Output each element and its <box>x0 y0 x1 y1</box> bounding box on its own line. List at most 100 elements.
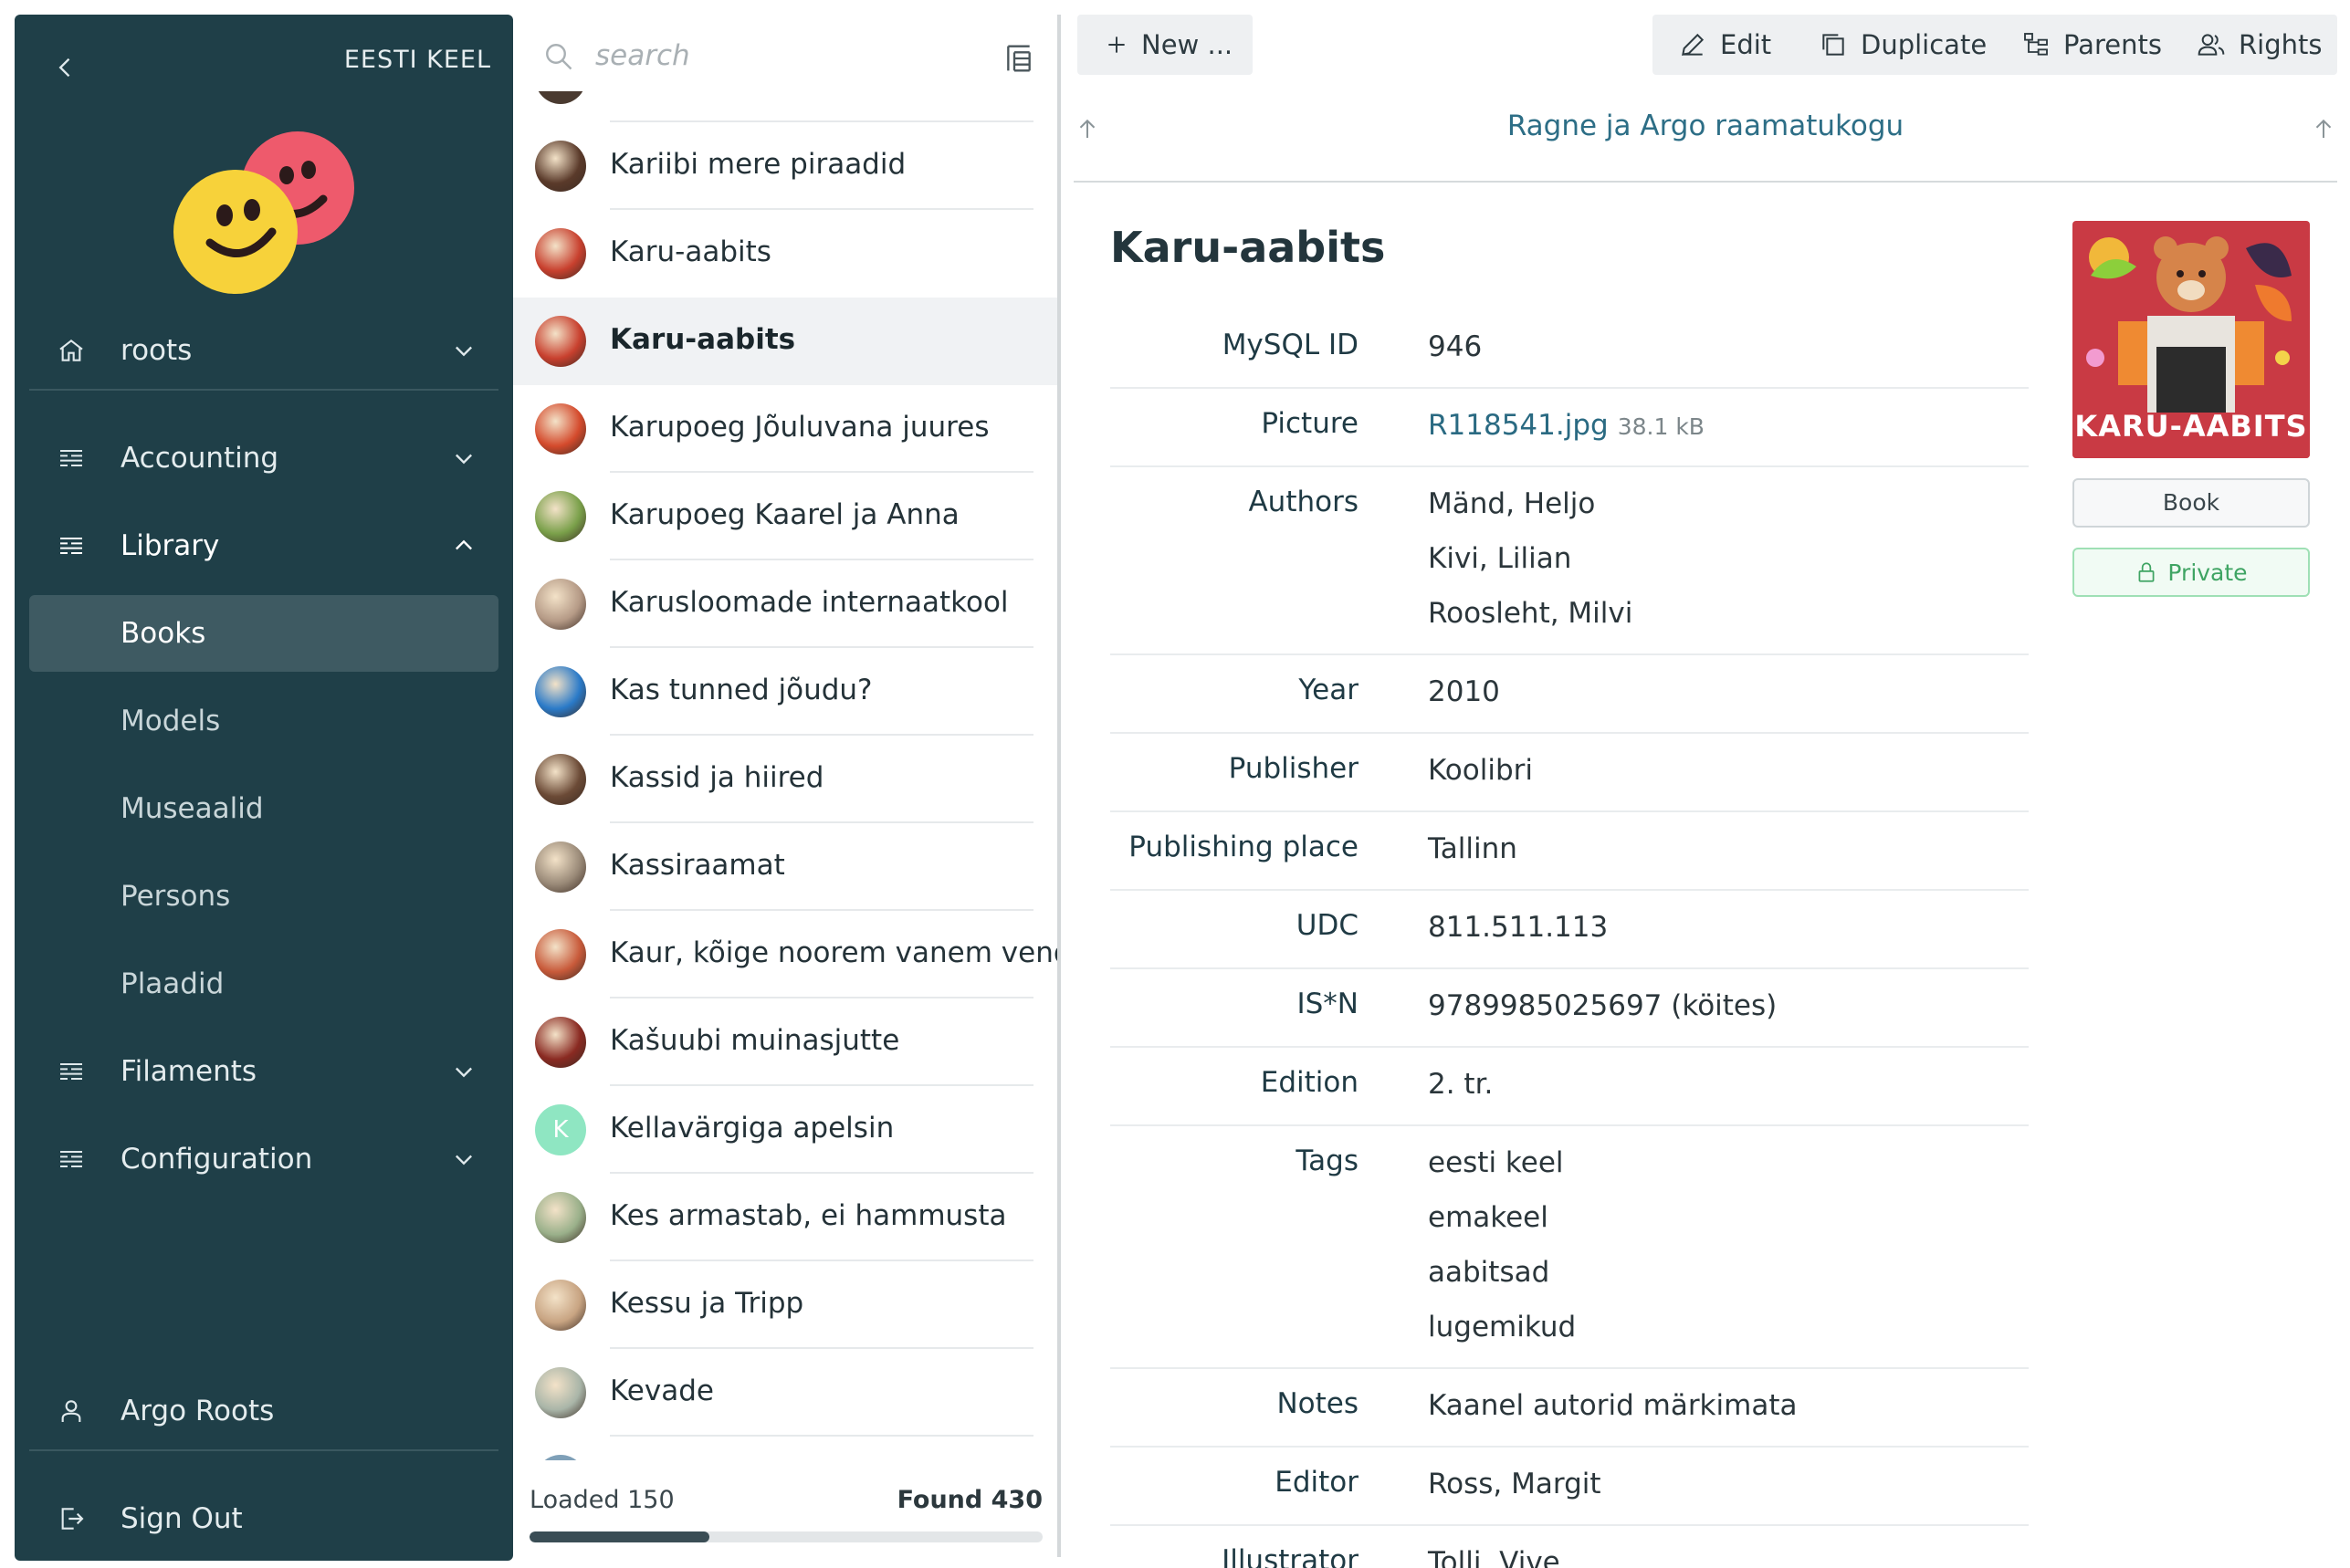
property-values: 811.511.113 <box>1428 909 1608 964</box>
list-item-title: Kariibi mere piraadid <box>610 148 907 181</box>
list-item[interactable]: Kašuubi muinasjutte <box>513 998 1057 1086</box>
arrow-up-icon[interactable] <box>2310 115 2337 142</box>
list-item[interactable]: Kassiraamat <box>513 823 1057 911</box>
sidebar-item-plaadid[interactable]: Plaadid <box>29 946 498 1022</box>
type-badge[interactable]: Book <box>2072 478 2310 528</box>
property-values: 9789985025697 (köites) <box>1428 988 1777 1042</box>
list-item-thumbnail: K <box>535 1104 586 1155</box>
duplicate-button[interactable]: Duplicate <box>1819 15 1987 75</box>
sidebar-item-filaments[interactable]: Filaments <box>29 1033 498 1110</box>
list-item-thumbnail <box>535 1017 586 1068</box>
rights-button[interactable]: Rights <box>2197 15 2322 75</box>
sidebar-item-label: Accounting <box>121 442 279 475</box>
list-item[interactable]: Karu-aabits <box>513 210 1057 298</box>
app-logo <box>173 131 354 294</box>
property-table: MySQL ID 946 Picture R118541.jpg 38.1 kB Auth… <box>1110 310 2029 1568</box>
property-value: aabitsad <box>1428 1254 1576 1309</box>
property-row: Publisher Koolibri <box>1110 734 2029 812</box>
list-item-title: Kassiraamat <box>610 849 785 882</box>
list-item[interactable]: K Kellavärgiga apelsin <box>513 1086 1057 1174</box>
property-value-text: 2. tr. <box>1428 1068 1494 1101</box>
list-item-title: Kessu ja Tripp <box>610 1287 804 1320</box>
property-values: Ross, Margit <box>1428 1466 1601 1521</box>
list-item[interactable]: Kassid ja hiired <box>513 736 1057 823</box>
picture-file-link[interactable]: R118541.jpg <box>1428 409 1609 442</box>
user-profile[interactable]: Argo Roots <box>29 1373 498 1449</box>
property-row: IS*N 9789985025697 (köites) <box>1110 969 2029 1048</box>
back-button[interactable] <box>40 42 91 93</box>
sidebar-item-books[interactable]: Books <box>29 595 498 672</box>
sign-out-button[interactable]: Sign Out <box>29 1480 498 1557</box>
list-icon <box>60 538 82 554</box>
property-row: Notes Kaanel autorid märkimata <box>1110 1369 2029 1448</box>
property-value[interactable]: R118541.jpg 38.1 kB <box>1428 407 1705 462</box>
property-value-text: emakeel <box>1428 1201 1548 1234</box>
list-item-title: Kes armastab, ei hammusta <box>610 1199 1007 1232</box>
chevron-down-icon <box>456 1155 472 1166</box>
property-value: 2. tr. <box>1428 1066 1493 1121</box>
visibility-label: Private <box>2167 559 2248 586</box>
property-row: Year 2010 <box>1110 655 2029 734</box>
language-switch[interactable]: EESTI KEEL <box>344 46 491 74</box>
sidebar-item-label: Library <box>121 529 220 562</box>
user-icon <box>61 1400 81 1422</box>
list-item[interactable]: Karupoeg Jõuluvana juures <box>513 385 1057 473</box>
property-value-text: eesti keel <box>1428 1146 1564 1179</box>
detail-pane: New ... Edit Duplicate Parents Rights Ra… <box>1061 0 2350 1568</box>
property-values: eesti keel emakeel aabitsad lugemikud <box>1428 1145 1576 1364</box>
property-value: 2010 <box>1428 674 1500 728</box>
list-item[interactable]: Kevade <box>513 1349 1057 1437</box>
list-icon <box>60 1063 82 1080</box>
sidebar-item-models[interactable]: Models <box>29 683 498 759</box>
list-item[interactable]: Kessu ja Tripp <box>513 1261 1057 1349</box>
edit-button[interactable]: Edit <box>1678 15 1771 75</box>
duplicate-button-label: Duplicate <box>1861 29 1988 60</box>
sidebar-item-configuration[interactable]: Configuration <box>29 1121 498 1197</box>
new-button[interactable]: New ... <box>1077 15 1253 75</box>
property-label: Notes <box>1276 1387 1359 1420</box>
entity-actions-toolbar: Edit Duplicate Parents Rights <box>1652 15 2337 75</box>
list-item-thumbnail <box>535 579 586 630</box>
list-settings-icon[interactable] <box>1001 40 1037 77</box>
list-item[interactable]: Karusloomade internaatkool <box>513 560 1057 648</box>
user-name: Argo Roots <box>121 1395 275 1427</box>
property-label: Publisher <box>1228 752 1359 785</box>
sidebar-item-museaalid[interactable]: Museaalid <box>29 770 498 847</box>
list-item-title: Kaur, kõige noorem vanem vend <box>610 936 1057 969</box>
list-item-thumbnail <box>535 403 586 455</box>
sidebar-item-accounting[interactable]: Accounting <box>29 420 498 497</box>
sidebar-item-label: Filaments <box>121 1055 257 1088</box>
list-item[interactable]: Kas tunned jõudu? <box>513 648 1057 736</box>
duplicate-icon <box>1822 34 1844 56</box>
list-item[interactable]: Kes armastab, ei hammusta <box>513 1174 1057 1261</box>
list-item-thumbnail <box>535 491 586 542</box>
list-item[interactable]: Karu-aabits <box>513 298 1057 385</box>
property-label: Illustrator <box>1222 1544 1359 1568</box>
property-value: Tolli, Vive <box>1428 1544 1560 1568</box>
sidebar-item-label: Configuration <box>121 1143 313 1176</box>
list-item-thumbnail <box>535 666 586 717</box>
search-input[interactable] <box>595 33 933 78</box>
list-icon <box>60 1151 82 1167</box>
list-item-thumbnail <box>535 228 586 279</box>
list-item[interactable]: Kaur, kõige noorem vanem vend <box>513 911 1057 998</box>
list-item[interactable]: Karupoeg Kaarel ja Anna <box>513 473 1057 560</box>
sidebar-item-label: Museaalid <box>121 792 264 825</box>
nav-root[interactable]: roots <box>29 312 498 389</box>
parents-button[interactable]: Parents <box>2021 15 2162 75</box>
sidebar-divider <box>29 1449 498 1451</box>
visibility-badge[interactable]: Private <box>2072 548 2310 597</box>
home-icon <box>59 339 83 361</box>
list-item-thumbnail <box>535 1192 586 1243</box>
book-list[interactable]: Kariibi mere piraadid Karu-aabits Karu-aab… <box>513 91 1057 1460</box>
list-item-thumbnail <box>535 1280 586 1331</box>
parents-button-label: Parents <box>2063 29 2162 60</box>
property-value-text: Koolibri <box>1428 754 1533 787</box>
breadcrumb-parent-link[interactable]: Ragne ja Argo raamatukogu <box>1074 110 2337 142</box>
property-row: Editor Ross, Margit <box>1110 1448 2029 1526</box>
property-value: 9789985025697 (köites) <box>1428 988 1777 1042</box>
sidebar-item-persons[interactable]: Persons <box>29 858 498 935</box>
sidebar-item-library[interactable]: Library <box>29 507 498 584</box>
list-item[interactable]: Kariibi mere piraadid <box>513 122 1057 210</box>
sidebar-item-label: Persons <box>121 880 231 913</box>
